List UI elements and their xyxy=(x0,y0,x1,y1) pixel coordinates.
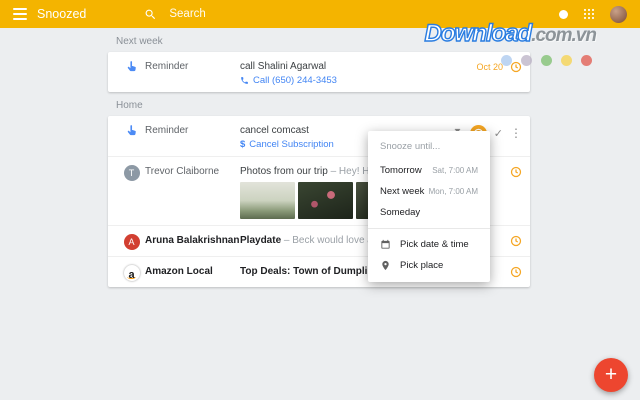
avatar: T xyxy=(124,165,140,181)
topbar: Snoozed Search xyxy=(0,0,640,28)
calendar-icon xyxy=(380,239,391,250)
search-bar[interactable]: Search xyxy=(144,8,205,21)
place-pin-icon xyxy=(380,260,391,271)
apps-grid-icon[interactable] xyxy=(583,8,595,20)
page-title: Snoozed xyxy=(37,7,86,21)
clock-icon[interactable] xyxy=(510,235,522,247)
sender-name: Reminder xyxy=(145,58,240,72)
sender-name: Reminder xyxy=(145,122,240,136)
status-dot-icon[interactable] xyxy=(559,10,568,19)
snooze-option-someday[interactable]: Someday xyxy=(368,202,490,223)
dollar-icon: $ xyxy=(240,139,245,150)
avatar: A xyxy=(124,234,140,250)
sender-name: Amazon Local xyxy=(145,263,240,277)
topbar-actions xyxy=(559,6,627,23)
reminder-hand-icon xyxy=(118,122,145,137)
sender-name: Trevor Claiborne xyxy=(145,163,240,177)
done-check-icon[interactable]: ✓ xyxy=(494,127,503,140)
email-row-shalini[interactable]: Reminder call Shalini Agarwal Call (650)… xyxy=(108,52,530,92)
more-menu-icon[interactable]: ⋮ xyxy=(510,128,522,139)
clock-icon[interactable] xyxy=(510,61,522,73)
photo-thumbnail[interactable] xyxy=(240,182,295,219)
pick-date-time-item[interactable]: Pick date & time xyxy=(368,234,490,255)
clock-icon[interactable] xyxy=(510,266,522,278)
menu-divider xyxy=(368,228,490,229)
email-subject: cancel comcast xyxy=(240,125,309,136)
email-subject: call Shalini Agarwal xyxy=(240,61,326,72)
photo-thumbnail[interactable] xyxy=(298,182,353,219)
call-link[interactable]: Call (650) 244-3453 xyxy=(240,75,476,86)
sender-name: Aruna Balakrishnan xyxy=(145,232,240,246)
section-label-next-week: Next week xyxy=(108,28,530,52)
user-avatar[interactable] xyxy=(610,6,627,23)
snooze-menu: Snooze until... Tomorrow Sat, 7:00 AM Ne… xyxy=(368,131,490,282)
compose-fab-button[interactable]: + xyxy=(594,358,628,392)
email-subject: Playdate xyxy=(240,235,281,246)
menu-icon[interactable] xyxy=(13,8,27,20)
phone-icon xyxy=(240,76,249,85)
clock-icon[interactable] xyxy=(510,166,522,178)
section-label-home: Home xyxy=(108,92,530,116)
snooze-menu-title: Snooze until... xyxy=(368,131,490,160)
search-icon xyxy=(144,8,157,21)
snooze-date: Oct 20 xyxy=(476,62,503,72)
reminder-hand-icon xyxy=(118,58,145,73)
amazon-logo-icon: a xyxy=(124,265,140,281)
card-next-week: Reminder call Shalini Agarwal Call (650)… xyxy=(108,52,530,92)
snooze-option-tomorrow[interactable]: Tomorrow Sat, 7:00 AM xyxy=(368,160,490,181)
email-subject: Photos from our trip xyxy=(240,166,328,177)
search-input[interactable]: Search xyxy=(169,8,205,20)
pick-place-item[interactable]: Pick place xyxy=(368,255,490,276)
snooze-option-next-week[interactable]: Next week Mon, 7:00 AM xyxy=(368,181,490,202)
